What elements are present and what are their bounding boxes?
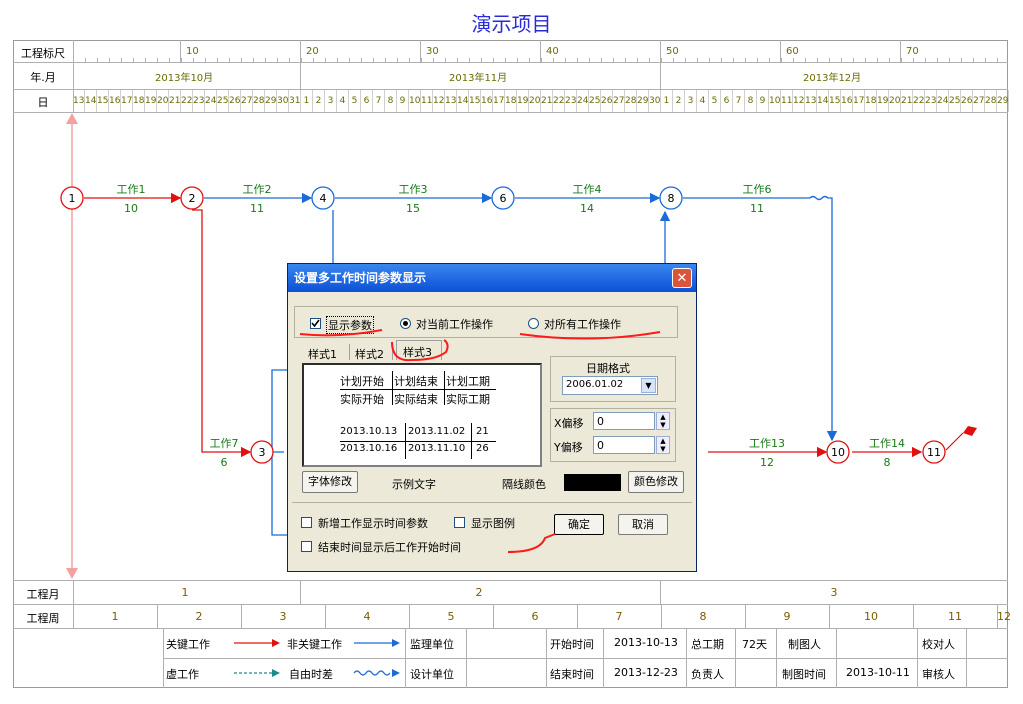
annotation-underline [299, 329, 383, 337]
annotation-layer [299, 329, 661, 553]
annotation-underline [519, 331, 661, 340]
annotation-arrow [507, 533, 556, 553]
annotation-circle [391, 339, 449, 362]
